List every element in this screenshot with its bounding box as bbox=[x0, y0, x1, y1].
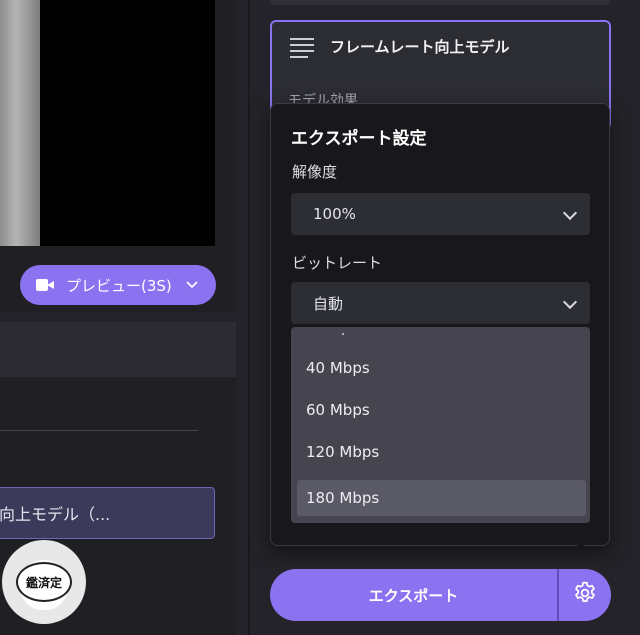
chevron-down-icon bbox=[562, 296, 576, 310]
preview-button[interactable]: プレビュー(3S) bbox=[20, 265, 216, 305]
resolution-label: 解像度 bbox=[292, 163, 338, 181]
video-thumbnail bbox=[0, 0, 40, 246]
watermark-logo: 鑑済定 bbox=[2, 540, 86, 624]
divider bbox=[0, 430, 198, 431]
previous-card-edge bbox=[270, 0, 610, 5]
chevron-down-icon[interactable] bbox=[186, 278, 198, 292]
watermark-stamp: 鑑済定 bbox=[16, 562, 72, 602]
resolution-select[interactable]: 100% bbox=[291, 193, 590, 235]
gear-icon bbox=[572, 580, 598, 610]
export-settings-button[interactable] bbox=[559, 569, 611, 621]
watermark-stamp-text: 鑑済定 bbox=[25, 575, 62, 590]
scroll-indicator bbox=[342, 333, 344, 335]
resolution-value: 100% bbox=[313, 205, 356, 223]
model-card-title: フレームレート向上モデル bbox=[330, 38, 510, 56]
model-chip-label: 向上モデル（... bbox=[0, 505, 111, 524]
bitrate-dropdown-list[interactable]: 40 Mbps 60 Mbps 120 Mbps 180 Mbps bbox=[291, 327, 590, 523]
export-settings-title: エクスポート設定 bbox=[291, 129, 427, 149]
bitrate-option-40[interactable]: 40 Mbps bbox=[297, 350, 586, 386]
selected-model-chip[interactable]: 向上モデル（... bbox=[0, 487, 215, 539]
bitrate-label: ビットレート bbox=[292, 254, 383, 272]
bitrate-option-60[interactable]: 60 Mbps bbox=[297, 392, 586, 428]
export-button[interactable]: エクスポート bbox=[270, 569, 557, 621]
frame-model-icon bbox=[290, 38, 314, 60]
chevron-down-icon bbox=[562, 207, 576, 221]
column-separator bbox=[248, 0, 250, 635]
export-button-label: エクスポート bbox=[368, 586, 459, 605]
bitrate-value: 自動 bbox=[313, 294, 344, 313]
bitrate-select[interactable]: 自動 bbox=[291, 282, 590, 324]
model-list-header bbox=[0, 322, 236, 377]
bitrate-option-120[interactable]: 120 Mbps bbox=[297, 434, 586, 470]
preview-button-label: プレビュー(3S) bbox=[66, 276, 172, 295]
popup-arrow bbox=[572, 540, 590, 549]
bitrate-option-180[interactable]: 180 Mbps bbox=[297, 480, 586, 516]
video-camera-icon bbox=[36, 279, 54, 291]
